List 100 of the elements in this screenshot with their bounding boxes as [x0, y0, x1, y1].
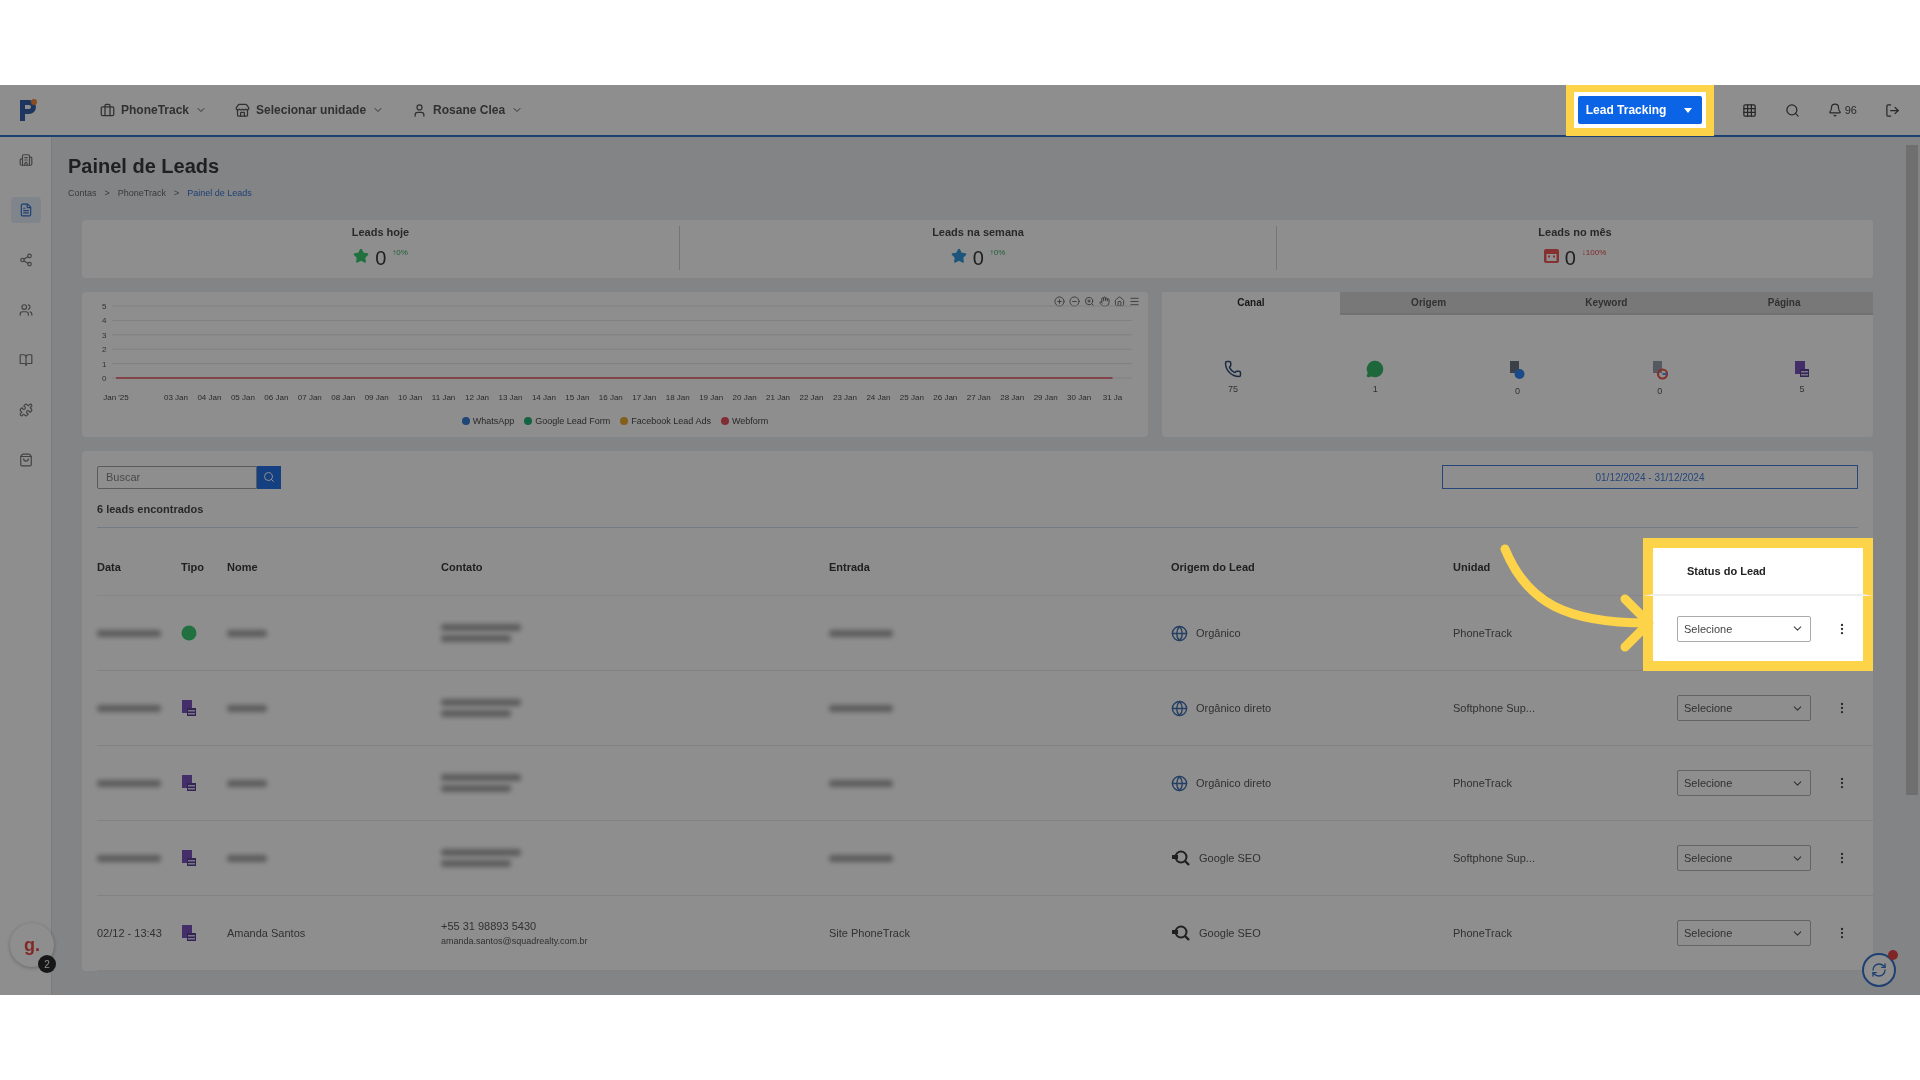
legend-item[interactable]: Webform	[720, 416, 769, 426]
blurred-text	[829, 629, 893, 637]
stat-label: Leads na semana	[932, 226, 1024, 238]
menu-icon[interactable]	[1129, 296, 1140, 307]
y-tick-label: 2	[102, 345, 107, 355]
status-select[interactable]: Selecione	[1677, 845, 1811, 871]
stat-value: 0	[375, 248, 387, 268]
nav-dropdown[interactable]: PhoneTrack	[100, 102, 208, 118]
status-select[interactable]: Selecione	[1677, 920, 1811, 946]
search-button[interactable]	[257, 465, 281, 489]
column-header: Entrada	[829, 538, 1171, 596]
refresh-icon	[1871, 962, 1887, 978]
zoom-out-icon[interactable]	[1069, 296, 1080, 307]
table-cell: Google SEO	[1199, 852, 1261, 864]
table-cell-text: 02/12 - 13:43	[97, 927, 163, 939]
x-tick-label: 19 Jan	[699, 393, 724, 402]
breadcrumb-link[interactable]: Contas	[68, 188, 97, 198]
blurred-text	[441, 635, 511, 642]
x-tick-label: 18 Jan	[665, 393, 690, 402]
phone-text: +55 31 98893 5430	[441, 920, 538, 932]
book-icon	[18, 353, 33, 367]
y-tick-label: 3	[102, 330, 107, 340]
form-icon	[181, 699, 197, 717]
channel-count: 75	[1228, 384, 1239, 394]
search-field[interactable]: Buscar	[97, 465, 257, 489]
x-tick-label: 16 Jan	[598, 393, 623, 402]
column-header: Origem do Lead	[1171, 538, 1453, 596]
chat-widget[interactable]	[1862, 953, 1896, 987]
column-header: Status do Lead	[1643, 538, 1873, 596]
x-tick-label: 26 Jan	[933, 393, 958, 402]
blurred-text	[97, 704, 161, 712]
chat-bubble-icon	[1366, 360, 1385, 378]
email-text: amanda.santos@squadrealty.com.br	[441, 936, 589, 946]
table-cell: Orgânico direto	[1196, 702, 1272, 714]
status-select[interactable]: Selecione	[1677, 695, 1811, 721]
legend-item[interactable]: Google Lead Form	[524, 416, 611, 426]
form-icon	[181, 774, 197, 792]
x-tick-label: 24 Jan	[866, 393, 891, 402]
search-icon[interactable]	[1784, 102, 1800, 118]
x-tick-label: 07 Jan	[297, 393, 322, 402]
nav-dropdown[interactable]: Selecionar unidade	[235, 102, 385, 118]
blurred-text	[227, 854, 267, 862]
x-tick-label: 30 Jan	[1067, 393, 1092, 402]
notification-dot	[1888, 950, 1898, 960]
table-cell-text: Softphone Sup...	[1453, 702, 1536, 714]
breadcrumb-link[interactable]: Painel de Leads	[187, 188, 252, 198]
x-tick-label: 10 Jan	[398, 393, 423, 402]
lead-tracking-button[interactable]: Lead Tracking	[1577, 96, 1702, 124]
channel-count: 0	[1657, 386, 1663, 396]
breadcrumb-link[interactable]: PhoneTrack	[117, 188, 166, 198]
x-tick-label: 05 Jan	[230, 393, 255, 402]
nodes-icon	[18, 253, 33, 267]
change-text: ↑0%	[989, 248, 1006, 257]
zoom-in-icon[interactable]	[1054, 296, 1065, 307]
globe-icon	[1171, 699, 1188, 717]
home-icon[interactable]	[1114, 296, 1125, 307]
y-tick-label: 0	[102, 374, 107, 383]
notifications-button[interactable]: 96	[1827, 103, 1857, 117]
date-range-field[interactable]: 01/12/2024 - 31/12/2024	[1442, 465, 1858, 489]
apps-grid-icon[interactable]	[1741, 102, 1757, 118]
blurred-text	[441, 785, 511, 792]
blurred-text	[227, 629, 267, 637]
x-tick-label: 14 Jan	[531, 393, 556, 402]
magnifier-icon	[1171, 850, 1191, 866]
blurred-text	[227, 704, 267, 712]
tab[interactable]: Origem	[1339, 292, 1518, 315]
x-tick-label: 08 Jan	[331, 393, 356, 402]
search-icon[interactable]	[1084, 296, 1095, 307]
channel-count: 0	[1515, 386, 1520, 396]
hand-icon[interactable]	[1099, 296, 1110, 307]
legend-item[interactable]: WhatsApp	[461, 416, 515, 426]
nav-dropdown[interactable]: Rosane Clea	[412, 102, 524, 118]
form-icon	[181, 924, 197, 942]
tab[interactable]: Página	[1695, 292, 1873, 315]
x-tick-label: 03 Jan	[164, 393, 188, 402]
stat-label: Leads no mês	[1538, 226, 1612, 238]
x-tick-label: 27 Jan	[966, 393, 991, 402]
table-cell: Orgânico	[1196, 627, 1241, 639]
globe-icon	[1171, 774, 1188, 792]
blurred-text	[227, 779, 267, 787]
tab[interactable]: Keyword	[1517, 292, 1696, 315]
status-select[interactable]: Selecione	[1677, 615, 1811, 642]
legend-item[interactable]: Facebook Lead Ads	[620, 416, 711, 426]
logout-icon[interactable]	[1885, 102, 1900, 118]
table-cell-text: Softphone Sup...	[1453, 852, 1536, 864]
status-select[interactable]: Selecione	[1677, 770, 1811, 796]
x-tick-label: 09 Jan	[364, 393, 389, 402]
globe-icon	[1171, 624, 1188, 642]
column-header: Data	[97, 538, 181, 596]
x-tick-label: 17 Jan	[632, 393, 657, 402]
users-icon	[18, 303, 33, 317]
column-header: Contato	[441, 538, 829, 596]
sidebar-item[interactable]	[10, 197, 41, 223]
page-title: Painel de Leads	[68, 155, 221, 178]
store-icon	[235, 102, 251, 118]
y-tick-label: 5	[102, 302, 107, 311]
form-icon	[1793, 360, 1810, 378]
stat-value: 0	[972, 248, 984, 268]
x-tick-label: 28 Jan	[1000, 393, 1025, 402]
blurred-text	[829, 779, 893, 787]
